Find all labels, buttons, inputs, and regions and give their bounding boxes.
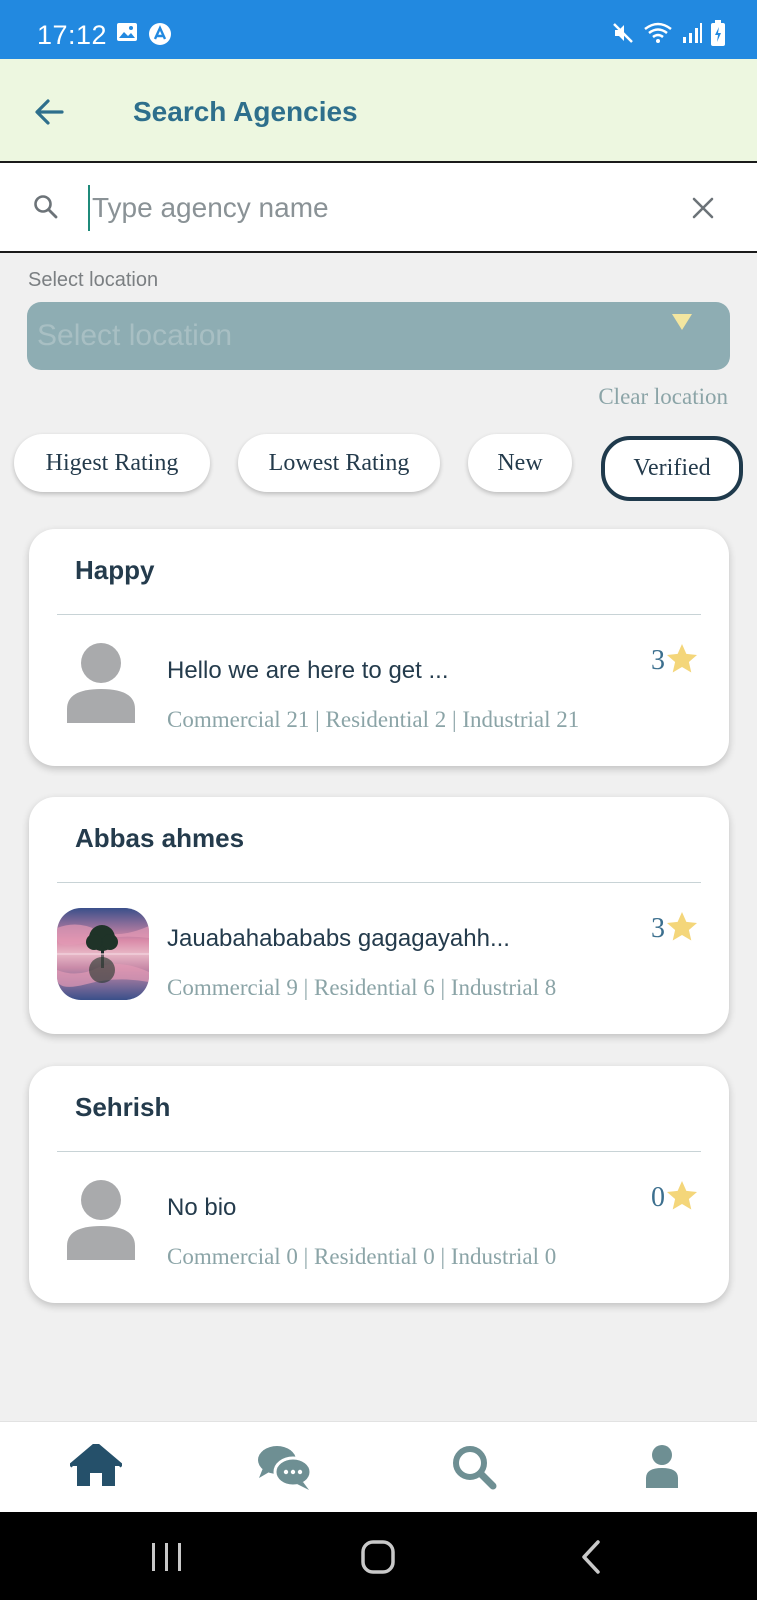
agency-card[interactable]: Sehrish No bio Commercial 0 | Residentia… <box>29 1066 729 1303</box>
wifi-icon <box>643 21 673 50</box>
location-label: Select location <box>28 269 159 291</box>
page-title: Search Agencies <box>133 96 358 127</box>
recent-apps-icon[interactable] <box>150 1542 184 1577</box>
nav-search[interactable] <box>451 1444 497 1495</box>
agency-property-counts: Commercial 9 | Residential 6 | Industria… <box>167 975 557 1000</box>
rating-value: 0 <box>651 1182 665 1213</box>
back-system-icon[interactable] <box>580 1540 602 1579</box>
profile-icon <box>645 1445 679 1492</box>
nav-profile[interactable] <box>645 1444 679 1493</box>
agency-property-counts: Commercial 21 | Residential 2 | Industri… <box>167 707 580 732</box>
search-bar <box>0 163 757 253</box>
card-divider <box>57 882 701 883</box>
rating-value: 3 <box>651 645 665 676</box>
back-button[interactable] <box>30 92 70 132</box>
mute-icon <box>611 21 635 50</box>
location-select-placeholder: Select location <box>37 319 233 352</box>
rating-value: 3 <box>651 913 665 944</box>
filter-lowest-rating[interactable]: Lowest Rating <box>238 434 440 492</box>
card-divider <box>57 614 701 615</box>
agency-rating: 3 <box>651 644 700 685</box>
home-system-icon[interactable] <box>361 1540 395 1579</box>
agency-property-counts: Commercial 0 | Residential 0 | Industria… <box>167 1244 557 1269</box>
chat-icon <box>257 1446 313 1494</box>
battery-icon <box>711 20 725 51</box>
agency-rating: 3 <box>651 912 700 953</box>
app-logo-icon <box>148 22 172 51</box>
search-icon <box>451 1446 497 1494</box>
status-time: 17:12 <box>37 20 108 50</box>
search-icon <box>32 193 60 226</box>
card-divider <box>57 1151 701 1152</box>
clear-search-icon[interactable] <box>690 195 716 226</box>
agency-bio: Hello we are here to get ... <box>167 657 449 684</box>
status-bar: 17:12 <box>0 0 757 59</box>
agency-name: Abbas ahmes <box>75 823 245 853</box>
agency-card[interactable]: Abbas ahmes Jauabahaba <box>29 797 729 1034</box>
home-icon <box>68 1441 124 1492</box>
dropdown-arrow-icon <box>672 314 692 330</box>
agency-name: Sehrish <box>75 1092 171 1122</box>
agency-name: Happy <box>75 555 155 585</box>
agency-rating: 0 <box>651 1181 700 1222</box>
default-person-icon <box>65 641 137 723</box>
star-icon <box>665 644 700 685</box>
agency-bio: Jauabahababab​s gagagayahh... <box>167 925 510 952</box>
filter-verified[interactable]: Verified <box>601 436 743 501</box>
star-icon <box>665 912 700 953</box>
signal-icon <box>681 22 703 49</box>
nav-home[interactable] <box>68 1441 124 1493</box>
arrow-left-icon <box>30 99 70 136</box>
location-select[interactable]: Select location <box>27 302 730 370</box>
agency-avatar-photo <box>57 908 149 1000</box>
agency-card[interactable]: Happy Hello we are here to get ... Comme… <box>29 529 729 766</box>
clear-location-link[interactable]: Clear location <box>598 384 728 410</box>
filter-highest-rating[interactable]: Higest Rating <box>14 434 210 492</box>
image-icon <box>116 22 138 51</box>
agency-bio: No bio <box>167 1194 237 1221</box>
default-person-icon <box>65 1178 137 1260</box>
nav-chat[interactable] <box>257 1444 313 1495</box>
bottom-nav <box>0 1421 757 1512</box>
app-bar: Search Agencies <box>0 59 757 163</box>
filter-new[interactable]: New <box>468 434 572 492</box>
search-input[interactable] <box>88 185 648 231</box>
system-nav-bar <box>0 1512 757 1600</box>
star-icon <box>665 1181 700 1222</box>
